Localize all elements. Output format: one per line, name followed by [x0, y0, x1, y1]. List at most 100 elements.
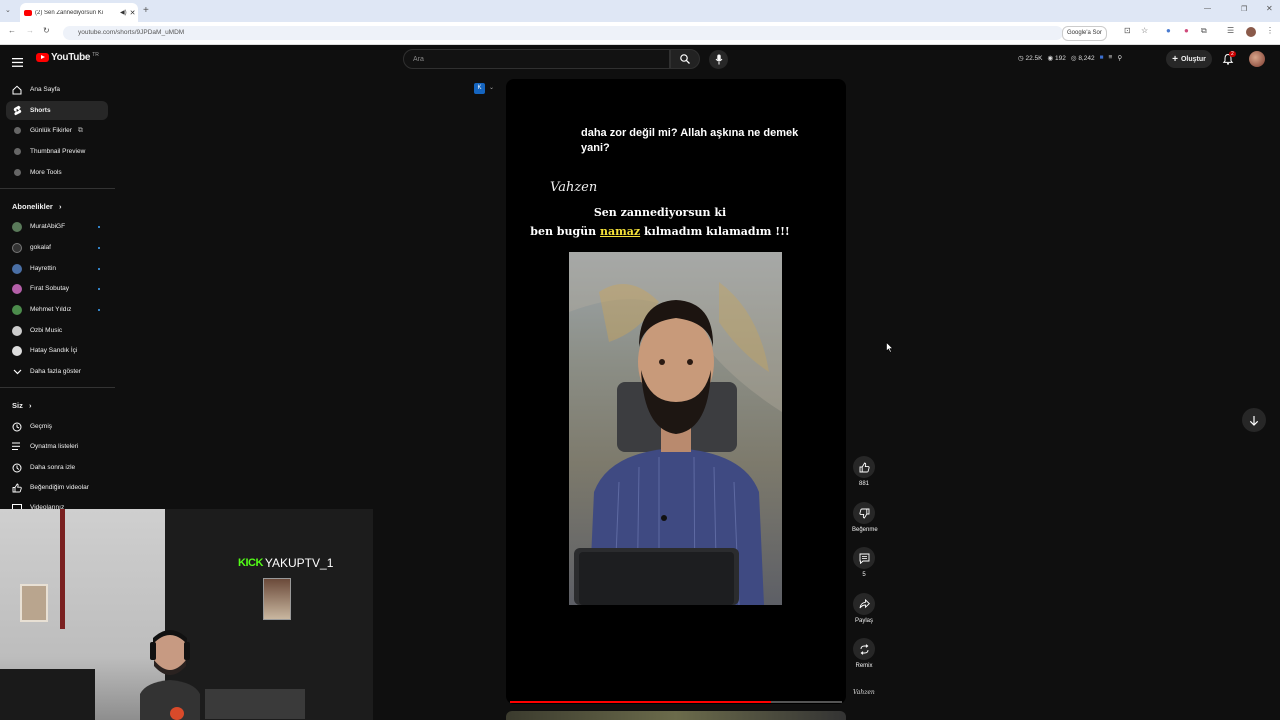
bookmark-star-icon[interactable]: ☆ — [1141, 26, 1148, 35]
search-input[interactable]: Ara — [403, 49, 670, 69]
subscription-hayrettin[interactable]: Hayrettin — [6, 259, 108, 278]
sidebar-item-gunluk-fikirler[interactable]: Günlük Fikirler ⧉ — [6, 121, 108, 140]
share-button[interactable]: Paylaş — [852, 593, 876, 624]
extension-menu-icon[interactable]: ≡ — [1109, 54, 1113, 62]
reload-icon[interactable]: ↻ — [43, 26, 50, 35]
mouse-cursor-icon — [886, 342, 894, 353]
sidebar-item-liked-videos[interactable]: Beğendiğim videolar — [6, 478, 108, 497]
subscription-firat-sobutay[interactable]: Fırat Sobutay — [6, 279, 108, 298]
stat-watching: ◉ 192 — [1047, 55, 1066, 62]
stat-views: ◷ 22.5K — [1018, 55, 1043, 62]
subscription-gokalaf[interactable]: gokalaf — [6, 238, 108, 257]
sidebar-item-label: Ana Sayfa — [30, 86, 60, 93]
subscription-ozbi-music[interactable]: Ozbi Music — [6, 321, 108, 340]
account-avatar[interactable] — [1249, 51, 1265, 67]
sidebar-item-history[interactable]: Geçmiş — [6, 417, 108, 436]
logo-country: TR — [92, 51, 99, 58]
extension-icon — [11, 125, 23, 137]
minimize-icon[interactable]: — — [1204, 5, 1211, 12]
microphone-object — [170, 707, 184, 720]
subscriptions-heading[interactable]: Abonelikler › — [12, 202, 61, 211]
window-close-icon[interactable]: ✕ — [1266, 4, 1273, 13]
subscription-muratabigf[interactable]: MuratAbiGF — [6, 217, 108, 236]
install-app-icon[interactable]: ⊡ — [1124, 26, 1131, 35]
speaker-icon[interactable]: ◀) — [120, 9, 127, 16]
monitor-silhouette — [0, 669, 95, 720]
next-video-button[interactable] — [1242, 408, 1266, 432]
remix-button[interactable]: Remix — [852, 638, 876, 669]
notification-badge: 2 — [1229, 51, 1236, 57]
sidebar-item-shorts[interactable]: Shorts — [6, 101, 108, 120]
comments-button[interactable]: 5 — [852, 547, 876, 578]
next-short-preview[interactable] — [506, 711, 846, 720]
voice-search-button[interactable] — [709, 50, 728, 69]
sidebar-item-playlists[interactable]: Oynatma listeleri — [6, 437, 108, 456]
video-caption-top: daha zor değil mi? Allah aşkına ne demek… — [581, 127, 799, 154]
extension-context-icon[interactable]: K — [474, 83, 485, 94]
share-label: Paylaş — [854, 618, 873, 624]
you-heading[interactable]: Siz › — [12, 401, 31, 410]
search-icon — [680, 54, 690, 64]
address-bar[interactable]: youtube.com/shorts/9JPDaM_uMDM — [63, 26, 1063, 40]
dislike-label: Beğenme — [852, 527, 878, 533]
create-button[interactable]: + Oluştur — [1166, 50, 1212, 68]
url-text: youtube.com/shorts/9JPDaM_uMDM — [78, 29, 185, 36]
restore-icon[interactable]: ❐ — [1241, 5, 1247, 13]
kick-logo: KICK — [238, 557, 263, 569]
extension-stats: ◷ 22.5K ◉ 192 ◎ 8,242 ■ ≡ ⚲ — [1018, 54, 1122, 62]
channel-avatar[interactable]: Vahzen — [853, 686, 875, 700]
video-frame[interactable] — [569, 252, 782, 605]
browser-tab[interactable]: (2) Sen Zannediyorsun Ki ◀) ✕ — [20, 3, 138, 22]
subscription-label: Ozbi Music — [30, 327, 63, 334]
like-button[interactable]: 881 — [852, 456, 876, 487]
new-tab-icon[interactable]: + — [143, 5, 149, 16]
chevron-down-icon — [11, 366, 23, 378]
external-link-icon: ⧉ — [77, 126, 83, 134]
sidebar-item-label: Oynatma listeleri — [30, 443, 79, 450]
channel-watermark: Vahzen — [550, 180, 598, 195]
sidebar-item-label: Beğendiğim videolar — [30, 484, 89, 491]
filter-icon[interactable]: ⚲ — [1117, 54, 1122, 62]
shorts-icon — [11, 105, 23, 117]
back-icon[interactable]: ← — [8, 26, 16, 35]
extension-icon[interactable]: ● — [1184, 26, 1189, 35]
search-button[interactable] — [670, 49, 700, 69]
hamburger-menu-icon[interactable] — [12, 54, 23, 72]
sidebar-toggle-icon[interactable]: ☰ — [1227, 26, 1234, 35]
sidebar-item-watch-later[interactable]: Daha sonra izle — [6, 458, 108, 477]
sidebar-item-home[interactable]: Ana Sayfa — [6, 80, 108, 99]
remix-label: Remix — [855, 663, 873, 669]
chevron-right-icon: › — [58, 202, 62, 211]
arrow-down-icon — [1249, 415, 1259, 426]
stat-subs: ◎ 8,242 — [1070, 55, 1095, 62]
extension-icon[interactable]: ■ — [1100, 54, 1104, 62]
show-more-button[interactable]: Daha fazla göster — [6, 362, 108, 381]
streamer-person — [140, 630, 200, 720]
browser-menu-icon[interactable]: ⋮ — [1266, 26, 1274, 35]
google-lens-button[interactable]: Google'a Sor — [1062, 26, 1107, 41]
subscription-mehmet-yildiz[interactable]: Mehmet Yıldız — [6, 300, 108, 319]
tab-close-icon[interactable]: ✕ — [130, 9, 136, 17]
dislike-button[interactable]: Beğenme — [852, 502, 878, 533]
subscription-hatay-sandik-ici[interactable]: Hatay Sandık İçi — [6, 341, 108, 360]
extension-icon[interactable]: ● — [1166, 26, 1171, 35]
youtube-logo[interactable]: YouTube TR — [36, 52, 99, 63]
forward-icon[interactable]: → — [26, 26, 34, 35]
tab-search-icon[interactable]: ⌄ — [5, 6, 11, 14]
channel-avatar — [12, 263, 22, 274]
caption-highlight: namaz — [599, 225, 641, 238]
channel-avatar — [12, 221, 22, 232]
sidebar-item-thumbnail-preview[interactable]: Thumbnail Preview — [6, 142, 108, 161]
sidebar-item-label: Shorts — [30, 107, 51, 114]
search-placeholder: Ara — [413, 56, 424, 63]
playlist-icon — [11, 441, 23, 453]
sidebar-item-more-tools[interactable]: More Tools — [6, 163, 108, 182]
google-lens-label: Google'a Sor — [1067, 30, 1102, 36]
extensions-puzzle-icon[interactable]: ⧉ — [1201, 26, 1207, 36]
sidebar-item-label: Günlük Fikirler — [30, 127, 72, 134]
like-count: 881 — [858, 481, 869, 487]
new-content-dot — [98, 308, 100, 311]
profile-avatar[interactable] — [1246, 27, 1256, 37]
channel-avatar — [12, 325, 22, 336]
chevron-down-icon[interactable]: ⌄ — [489, 84, 494, 91]
